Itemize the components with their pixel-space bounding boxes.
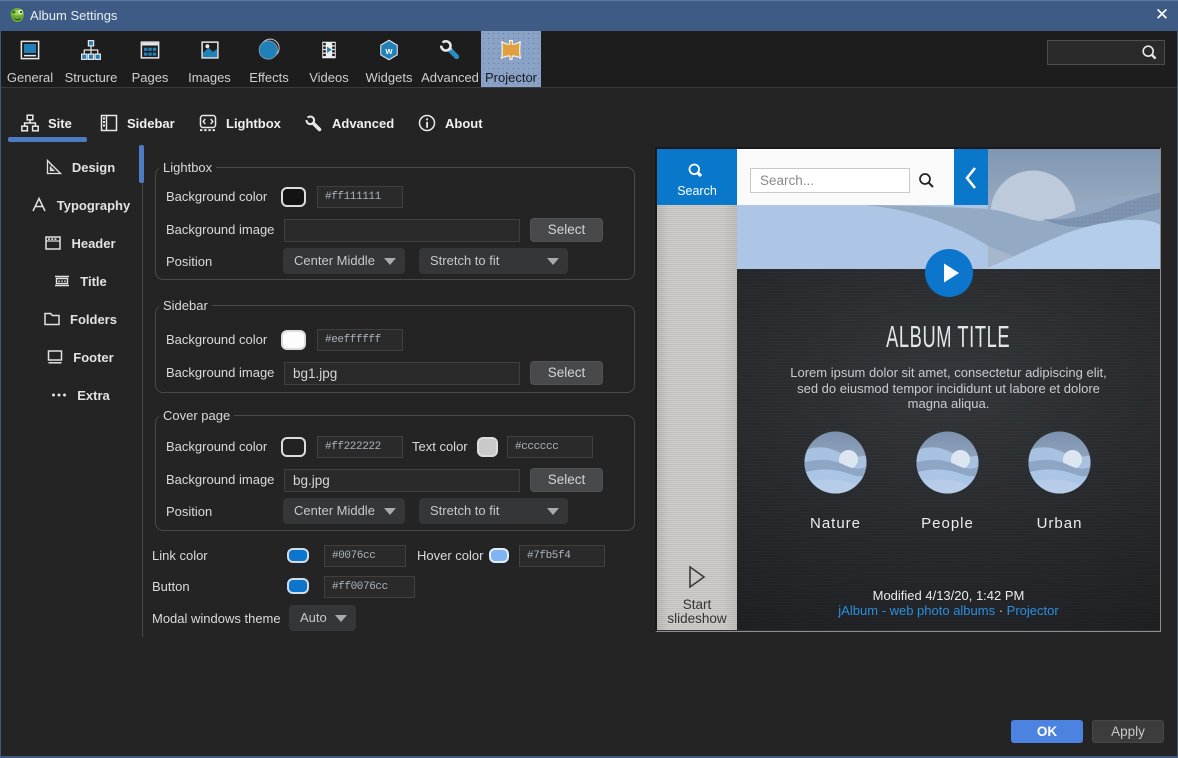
svg-text:w: w xyxy=(384,46,393,56)
